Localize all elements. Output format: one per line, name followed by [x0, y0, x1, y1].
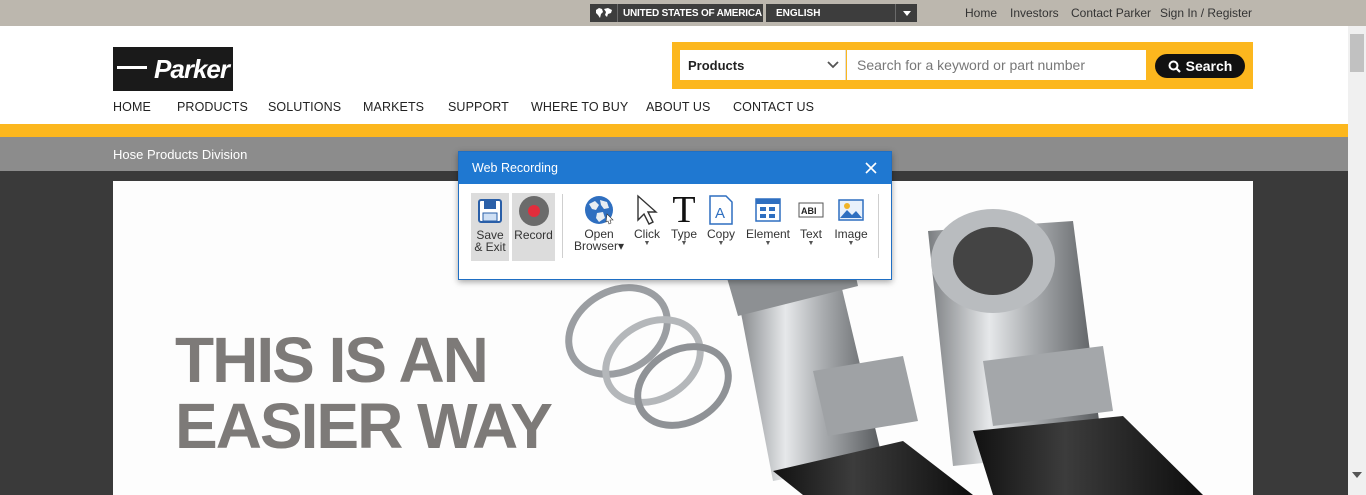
element-button[interactable]: Element ▼ [743, 192, 793, 262]
nav-products[interactable]: PRODUCTS [177, 100, 248, 114]
text-button[interactable]: ABI Text ▼ [795, 192, 827, 262]
site-header: Parker Products Search HOME PRODUCTS SOL… [0, 26, 1348, 124]
dropdown-arrow-icon: ▼ [680, 240, 688, 247]
hero-headline-line1: THIS IS AN [175, 324, 489, 396]
globe-icon [583, 192, 615, 228]
chevron-down-icon [827, 61, 839, 69]
util-link-investors[interactable]: Investors [1010, 6, 1059, 20]
util-link-home[interactable]: Home [965, 6, 997, 20]
nav-where-to-buy[interactable]: WHERE TO BUY [531, 100, 628, 114]
region-label: UNITED STATES OF AMERICA [623, 7, 762, 19]
dropdown-arrow-icon: ▼ [807, 240, 815, 247]
accent-bar [0, 124, 1348, 137]
dropdown-arrow-icon: ▼ [847, 240, 855, 247]
type-label: Type [670, 227, 697, 241]
dropdown-arrow-icon: ▼ [643, 240, 651, 247]
nav-home[interactable]: HOME [113, 100, 151, 114]
scroll-down-arrow-icon[interactable] [1352, 470, 1362, 481]
toolbar-separator [562, 194, 563, 258]
region-selector[interactable]: UNITED STATES OF AMERICA [590, 4, 763, 22]
record-label: Record [514, 228, 553, 242]
search-box: Products Search [672, 42, 1253, 89]
logo-stripe [117, 66, 147, 69]
copy-button[interactable]: A Copy ▼ [703, 192, 739, 262]
image-button[interactable]: Image ▼ [831, 192, 871, 262]
dropdown-arrow-icon: ▼ [764, 240, 772, 247]
search-category-value: Products [688, 57, 745, 73]
svg-text:ABI: ABI [801, 206, 817, 216]
text-label: Text [799, 227, 822, 241]
search-category-select[interactable]: Products [680, 50, 846, 80]
toolbar-separator [878, 194, 879, 258]
type-button[interactable]: T Type ▼ [667, 189, 701, 262]
text-icon: ABI [798, 192, 824, 228]
image-icon [838, 192, 864, 228]
floppy-disk-icon [477, 193, 503, 229]
svg-text:A: A [715, 205, 725, 222]
exit-label: & Exit [474, 240, 506, 254]
utility-bar: UNITED STATES OF AMERICA ENGLISH Home In… [0, 0, 1366, 26]
nav-markets[interactable]: MARKETS [363, 100, 424, 114]
web-recording-dialog: Web Recording Save & Exit Record Open Br… [458, 151, 892, 280]
element-icon [755, 192, 781, 228]
util-link-sign-in[interactable]: Sign In / Register [1160, 6, 1252, 20]
element-label: Element [745, 227, 791, 241]
record-icon [518, 193, 550, 229]
record-button[interactable]: Record [512, 193, 555, 261]
search-icon [1168, 60, 1181, 73]
browser-label: Browser▾ [573, 239, 625, 253]
click-label: Click [634, 227, 660, 241]
type-icon: T [672, 189, 696, 231]
page-scrollbar[interactable] [1348, 26, 1366, 495]
scrollbar-thumb[interactable] [1350, 34, 1364, 72]
util-link-contact-parker[interactable]: Contact Parker [1071, 6, 1151, 20]
search-input[interactable] [847, 50, 1146, 80]
cursor-icon [634, 192, 660, 228]
close-icon[interactable] [863, 160, 879, 176]
click-button[interactable]: Click ▼ [629, 192, 665, 262]
image-label: Image [834, 227, 868, 241]
open-browser-button[interactable]: Open Browser▾ [571, 192, 627, 262]
copy-icon: A [708, 192, 734, 228]
hero-headline-line2: EASIER WAY [175, 390, 553, 462]
world-map-icon [590, 4, 618, 22]
copy-label: Copy [706, 227, 735, 241]
language-label: ENGLISH [776, 7, 821, 19]
dialog-title: Web Recording [472, 161, 558, 175]
language-selector[interactable]: ENGLISH [766, 4, 917, 22]
search-button-label: Search [1185, 58, 1233, 74]
nav-support[interactable]: SUPPORT [448, 100, 509, 114]
parker-logo[interactable]: Parker [113, 47, 233, 91]
division-title: Hose Products Division [113, 147, 248, 162]
logo-text: Parker [154, 53, 230, 84]
search-button[interactable]: Search [1155, 54, 1245, 78]
nav-solutions[interactable]: SOLUTIONS [268, 100, 341, 114]
save-exit-button[interactable]: Save & Exit [471, 193, 509, 261]
hero-headline: THIS IS AN EASIER WAY [175, 324, 553, 462]
nav-contact-us[interactable]: CONTACT US [733, 100, 814, 114]
chevron-down-icon [895, 4, 917, 22]
dropdown-arrow-icon: ▼ [717, 240, 725, 247]
dialog-titlebar[interactable]: Web Recording [459, 152, 891, 184]
nav-about-us[interactable]: ABOUT US [646, 100, 710, 114]
